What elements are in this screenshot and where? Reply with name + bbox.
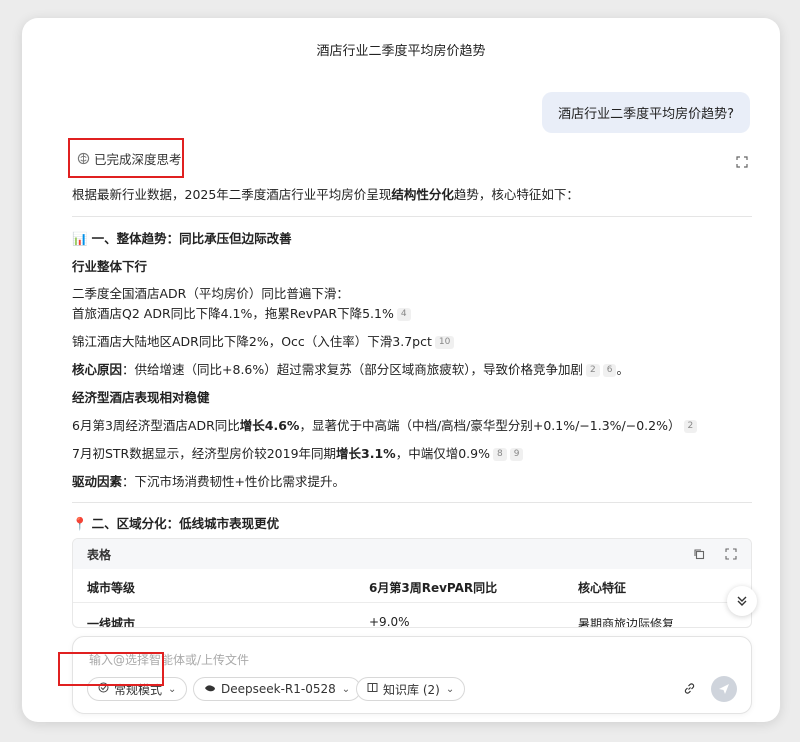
subheading-industry: 行业整体下行 — [72, 259, 148, 274]
section-2-heading: 📍 二、区域分化：低线城市表现更优 — [72, 516, 280, 531]
table-header-bar: 表格 — [73, 539, 751, 569]
column-header: 核心特征 — [578, 581, 627, 595]
row-divider — [73, 602, 751, 603]
deepseek-logo-icon — [204, 683, 216, 696]
text-line: 锦江酒店大陆地区ADR同比下降2%，Occ（入住率）下滑3.7pct 10 — [72, 333, 455, 352]
citation-badge[interactable]: 2 — [683, 420, 698, 433]
citation-badge[interactable]: 9 — [509, 448, 524, 461]
table-cell: 一线城市 — [87, 617, 136, 628]
deep-thinking-toggle[interactable]: 已完成深度思考 — [68, 138, 184, 178]
citation-badge[interactable]: 8 — [492, 448, 507, 461]
chat-input-box[interactable]: 输入@选择智能体或/上传文件 常规模式 ⌄ Deepseek-R1-0528 ⌄… — [72, 636, 752, 714]
knowledge-base-selector[interactable]: 知识库 (2) ⌄ — [356, 677, 466, 701]
text-line: 7月初STR数据显示，经济型房价较2019年同期增长3.1%，中端仅增0.9% 8… — [72, 445, 524, 464]
scroll-to-bottom-button[interactable] — [727, 586, 757, 616]
page-title: 酒店行业二季度平均房价趋势 — [316, 44, 486, 59]
expand-table-icon[interactable] — [725, 548, 737, 560]
text-line: 6月第3周经济型酒店ADR同比增长4.6%，显著优于中高端（中档/高档/豪华型分… — [72, 417, 698, 436]
model-selector[interactable]: Deepseek-R1-0528 ⌄ — [193, 677, 362, 701]
table-cell: 暑期商旅边际修复 — [578, 617, 675, 628]
chevron-down-icon: ⌄ — [341, 683, 351, 695]
link-icon[interactable] — [683, 682, 696, 699]
highlight-box — [58, 652, 164, 686]
text-line: 首旅酒店Q2 ADR同比下降4.1%，拖累RevPAR下降5.1% 4 — [72, 305, 411, 324]
expand-icon[interactable] — [736, 156, 748, 168]
copy-icon[interactable] — [693, 548, 705, 560]
send-icon — [719, 684, 729, 694]
text-line: 二季度全国酒店ADR（平均房价）同比普遍下滑： — [72, 286, 349, 301]
column-header: 城市等级 — [87, 581, 136, 595]
user-message-bubble: 酒店行业二季度平均房价趋势? — [542, 92, 750, 133]
pin-icon: 📍 — [72, 516, 88, 531]
citation-badge[interactable]: 2 — [586, 364, 600, 377]
chat-window: 酒店行业二季度平均房价趋势 酒店行业二季度平均房价趋势? 已完成深度思考 根据最… — [22, 18, 780, 722]
send-button[interactable] — [711, 676, 737, 702]
brain-icon — [76, 151, 90, 165]
column-header: 6月第3周RevPAR同比 — [369, 581, 498, 595]
knowledge-base-label: 知识库 (2) — [383, 682, 440, 697]
citation-badge[interactable]: 6 — [602, 364, 617, 377]
chevron-down-icon: ⌄ — [168, 683, 177, 695]
section-1-heading: 📊 一、整体趋势：同比承压但边际改善 — [72, 231, 292, 246]
divider — [72, 216, 752, 217]
text-line: 驱动因素：下沉市场消费韧性+性价比需求提升。 — [72, 474, 345, 489]
citation-badge[interactable]: 10 — [434, 336, 455, 349]
book-icon — [367, 682, 378, 696]
citation-badge[interactable]: 4 — [396, 308, 411, 321]
model-label: Deepseek-R1-0528 — [221, 682, 336, 696]
chevron-down-icon: ⌄ — [445, 683, 455, 695]
deep-thinking-label: 已完成深度思考 — [94, 151, 182, 167]
text-line: 核心原因：供给增速（同比+8.6%）超过需求复苏（部分区域商旅疲软），导致价格竞… — [72, 362, 629, 377]
data-table: 表格 城市等级 6月第3周RevPAR同比 核心特征 一线城市 +9.0% 暑期… — [72, 538, 752, 628]
double-chevron-down-icon — [737, 596, 747, 606]
chart-icon: 📊 — [72, 231, 88, 246]
divider — [72, 502, 752, 503]
table-label: 表格 — [87, 547, 112, 562]
answer-intro: 根据最新行业数据，2025年二季度酒店行业平均房价呈现结构性分化趋势，核心特征如… — [72, 187, 579, 202]
table-cell: +9.0% — [369, 615, 410, 628]
subheading-economy: 经济型酒店表现相对稳健 — [72, 390, 210, 405]
